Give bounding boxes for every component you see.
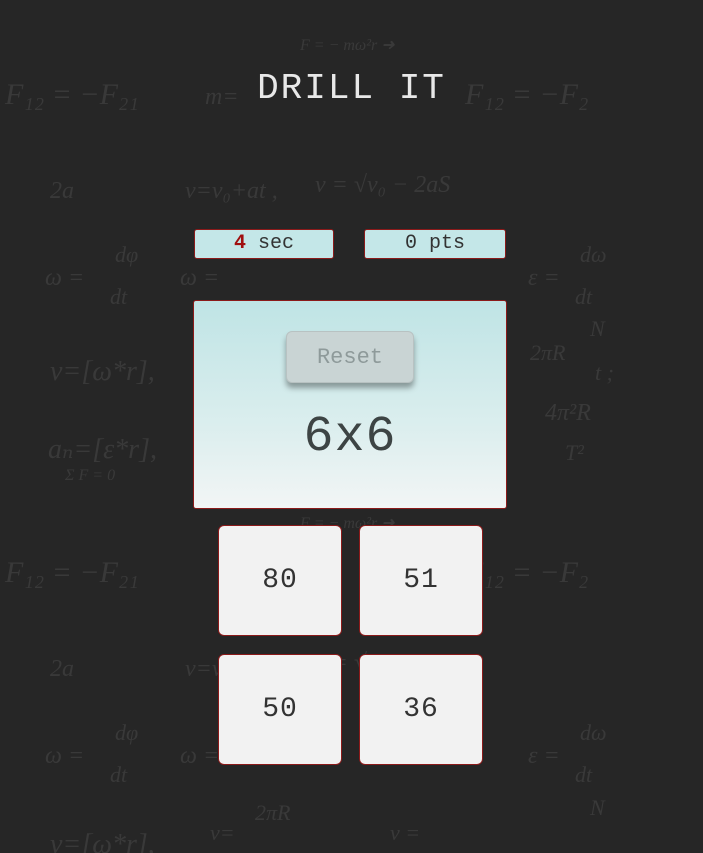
svg-text:v =: v = (390, 820, 420, 845)
svg-text:F = − mω²r ➜: F = − mω²r ➜ (299, 37, 395, 54)
question-expression: 6x6 (303, 409, 397, 466)
svg-text:dt: dt (575, 284, 593, 309)
svg-text:ε =: ε = (528, 743, 560, 769)
svg-text:ε =: ε = (528, 265, 560, 291)
svg-text:v=: v= (210, 820, 235, 845)
svg-text:ω =: ω = (45, 743, 84, 769)
svg-text:t ;: t ; (595, 360, 614, 385)
svg-text:N: N (589, 795, 606, 820)
svg-text:v=[ω*r],: v=[ω*r], (50, 356, 155, 387)
timer-display: 4 sec (194, 229, 334, 259)
svg-text:dφ: dφ (115, 242, 138, 267)
svg-text:Σ F = 0: Σ F = 0 (64, 467, 115, 484)
answer-button-4[interactable]: 36 (359, 654, 483, 765)
svg-text:dφ: dφ (115, 720, 138, 745)
svg-text:N: N (589, 316, 606, 341)
timer-unit: sec (258, 232, 295, 255)
svg-text:dt: dt (110, 762, 128, 787)
score-display: 0 pts (364, 229, 506, 259)
svg-text:dt: dt (110, 284, 128, 309)
svg-text:ω =: ω = (180, 265, 219, 291)
svg-text:dt: dt (575, 762, 593, 787)
answer-button-2[interactable]: 51 (359, 525, 483, 636)
svg-text:2πR: 2πR (255, 800, 291, 825)
svg-text:F₁₂ = −F₂₁: F₁₂ = −F₂₁ (4, 556, 139, 589)
svg-text:v=v₀+at ,: v=v₀+at , (185, 178, 278, 204)
svg-text:dω: dω (580, 720, 607, 745)
svg-text:v = √v₀ − 2aS: v = √v₀ − 2aS (315, 172, 450, 198)
svg-text:v=[ω*r],: v=[ω*r], (50, 829, 155, 853)
svg-text:2πR: 2πR (530, 340, 566, 365)
svg-text:ω =: ω = (45, 265, 84, 291)
app-title: DRILL IT (257, 68, 446, 109)
svg-text:4π²R: 4π²R (545, 400, 591, 426)
svg-text:ω =: ω = (180, 743, 219, 769)
answer-button-3[interactable]: 50 (218, 654, 342, 765)
answer-button-1[interactable]: 80 (218, 525, 342, 636)
svg-text:2a: 2a (50, 178, 74, 204)
svg-text:dω: dω (580, 242, 607, 267)
reset-button[interactable]: Reset (286, 331, 414, 383)
svg-text:2a: 2a (50, 656, 74, 682)
timer-value: 4 (233, 232, 246, 255)
svg-text:T²: T² (565, 440, 584, 465)
question-panel: Reset 6x6 (193, 300, 507, 509)
svg-text:aₙ=[ε*r],: aₙ=[ε*r], (48, 434, 157, 465)
